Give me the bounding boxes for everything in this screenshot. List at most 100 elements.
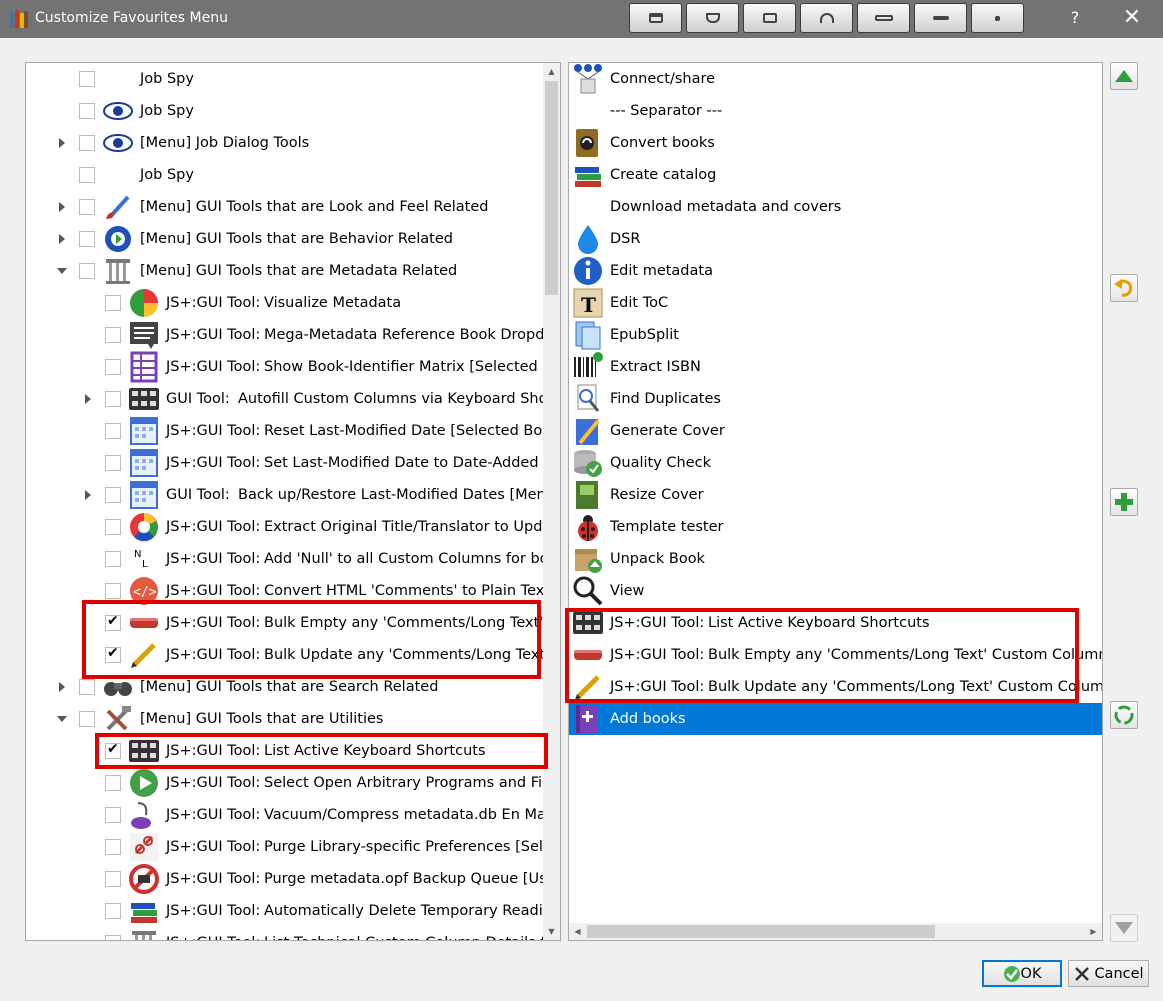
item-checkbox[interactable] (105, 839, 121, 855)
tree-item[interactable]: Job Spy (26, 159, 560, 191)
item-checkbox[interactable] (105, 551, 121, 567)
list-item[interactable]: Find Duplicates (569, 383, 1102, 415)
tree-item[interactable]: JS+:GUI Tool: Extract Original Title/Tran… (26, 511, 560, 543)
list-item[interactable]: DSR (569, 223, 1102, 255)
help-button[interactable]: ? (1067, 8, 1083, 27)
tree-item[interactable]: JS+:GUI Tool: Set Last-Modified Date to D… (26, 447, 560, 479)
expanded-arrow-icon[interactable] (57, 716, 67, 722)
item-checkbox[interactable] (105, 807, 121, 823)
item-checkbox[interactable] (105, 327, 121, 343)
item-checkbox[interactable] (105, 935, 121, 940)
scroll-thumb[interactable] (587, 925, 935, 938)
item-checkbox[interactable] (79, 231, 95, 247)
tree-item[interactable]: [Menu] GUI Tools that are Utilities (26, 703, 560, 735)
tree-item[interactable]: N L JS+:GUI Tool: Add 'Null' to all Custom … (26, 543, 560, 575)
tree-item[interactable]: JS+:GUI Tool: Show Book-Identifier Matrix… (26, 351, 560, 383)
tree-item[interactable]: [Menu] GUI Tools that are Look and Feel … (26, 191, 560, 223)
list-item[interactable]: Connect/share (569, 63, 1102, 95)
tree-item[interactable]: JS+:GUI Tool:Bulk Empty any 'Comments/Lo… (26, 607, 560, 639)
reset-button[interactable] (1110, 701, 1138, 729)
item-checkbox[interactable] (79, 199, 95, 215)
list-item[interactable]: Download metadata and covers (569, 191, 1102, 223)
item-checkbox[interactable] (105, 871, 121, 887)
toolbar-button-undo[interactable] (800, 3, 853, 33)
undo-button[interactable] (1110, 274, 1138, 302)
item-checkbox[interactable] (105, 775, 121, 791)
collapsed-arrow-icon[interactable] (59, 138, 65, 148)
tree-item[interactable]: GUI Tool: Autofill Custom Columns via Key… (26, 383, 560, 415)
item-checkbox[interactable] (105, 391, 121, 407)
close-button[interactable]: ✕ (1118, 4, 1146, 32)
tree-item[interactable]: GUI Tool: Back up/Restore Last-Modified D… (26, 479, 560, 511)
scroll-up-arrow-icon[interactable]: ▲ (543, 63, 560, 80)
list-item[interactable]: Extract ISBN (569, 351, 1102, 383)
toolbar-button-frame[interactable] (743, 3, 796, 33)
list-item[interactable]: JS+:GUI Tool: List Active Keyboard Shortc… (569, 607, 1102, 639)
collapsed-arrow-icon[interactable] (85, 394, 91, 404)
list-item[interactable]: Generate Cover (569, 415, 1102, 447)
toolbar-button-dot[interactable] (971, 3, 1024, 33)
tree-item[interactable]: [Menu] Job Dialog Tools (26, 127, 560, 159)
item-checkbox[interactable] (79, 71, 95, 87)
item-checkbox[interactable] (105, 423, 121, 439)
right-horizontal-scrollbar[interactable]: ◀ ▶ (569, 923, 1102, 940)
tree-item[interactable]: JS+:GUI Tool: Automatically Delete Tempor… (26, 895, 560, 927)
add-separator-button[interactable] (1110, 488, 1138, 516)
item-checkbox[interactable] (105, 455, 121, 471)
item-checkbox[interactable] (79, 679, 95, 695)
tree-item[interactable]: Job Spy (26, 63, 560, 95)
tree-item[interactable]: JS+:GUI Tool: Reset Last-Modified Date [S… (26, 415, 560, 447)
tree-item[interactable]: JS+:GUI Tool: Visualize Metadata (26, 287, 560, 319)
favourites-list[interactable]: Connect/share --- Separator --- Convert bo… (568, 62, 1103, 941)
item-checkbox[interactable] (105, 519, 121, 535)
item-checkbox[interactable] (105, 583, 121, 599)
list-item[interactable]: View (569, 575, 1102, 607)
scroll-thumb[interactable] (545, 81, 558, 295)
cancel-button[interactable]: Cancel (1068, 960, 1149, 987)
tree-item[interactable]: JS+:GUI Tool:Bulk Update any 'Comments/L… (26, 639, 560, 671)
list-item-selected[interactable]: Add books (569, 703, 1102, 735)
item-checkbox[interactable] (105, 903, 121, 919)
list-item[interactable]: T Edit ToC (569, 287, 1102, 319)
item-checkbox[interactable] (105, 487, 121, 503)
collapsed-arrow-icon[interactable] (59, 234, 65, 244)
list-item[interactable]: Quality Check (569, 447, 1102, 479)
toolbar-button-pin[interactable] (857, 3, 910, 33)
item-checkbox[interactable] (79, 135, 95, 151)
list-item[interactable]: JS+:GUI Tool: Bulk Update any 'Comments/L… (569, 671, 1102, 703)
list-item[interactable]: JS+:GUI Tool: Bulk Empty any 'Comments/Lo… (569, 639, 1102, 671)
list-item[interactable]: Edit metadata (569, 255, 1102, 287)
move-up-button[interactable] (1110, 62, 1138, 90)
ok-button[interactable]: OK (982, 960, 1062, 987)
left-vertical-scrollbar[interactable]: ▲ ▼ (543, 63, 560, 940)
tree-item[interactable]: Job Spy (26, 95, 560, 127)
list-item[interactable]: Unpack Book (569, 543, 1102, 575)
scroll-down-arrow-icon[interactable]: ▼ (543, 923, 560, 940)
list-item[interactable]: Create catalog (569, 159, 1102, 191)
tree-item[interactable]: </> JS+:GUI Tool: Convert HTML 'Comments' … (26, 575, 560, 607)
toolbar-button-minimize-bar[interactable] (914, 3, 967, 33)
collapsed-arrow-icon[interactable] (85, 490, 91, 500)
tree-item[interactable]: JS+:GUI Tool: Mega-Metadata Reference Boo… (26, 319, 560, 351)
item-checkbox[interactable] (105, 613, 121, 631)
item-checkbox[interactable] (105, 645, 121, 663)
expanded-arrow-icon[interactable] (57, 268, 67, 274)
list-item[interactable]: Template tester (569, 511, 1102, 543)
item-checkbox[interactable] (105, 295, 121, 311)
toolbar-button-dock[interactable] (629, 3, 682, 33)
available-actions-tree[interactable]: Job Spy Job Spy [Menu] Job Dialog Tools Job… (25, 62, 561, 941)
item-checkbox[interactable] (79, 103, 95, 119)
item-checkbox[interactable] (105, 359, 121, 375)
tree-item[interactable]: [Menu] GUI Tools that are Search Related (26, 671, 560, 703)
collapsed-arrow-icon[interactable] (59, 682, 65, 692)
tree-item[interactable]: [Menu] GUI Tools that are Metadata Relat… (26, 255, 560, 287)
tree-item[interactable]: JS+:GUI Tool: List Technical Custom Colum… (26, 927, 560, 940)
collapsed-arrow-icon[interactable] (59, 202, 65, 212)
toolbar-button-plug[interactable] (686, 3, 739, 33)
item-checkbox[interactable] (79, 711, 95, 727)
tree-item[interactable]: JS+:GUI Tool:List Active Keyboard Shortc… (26, 735, 560, 767)
list-item[interactable]: Convert books (569, 127, 1102, 159)
list-item[interactable]: --- Separator --- (569, 95, 1102, 127)
tree-item[interactable]: JS+:GUI Tool: Purge Library-specific Pref… (26, 831, 560, 863)
item-checkbox[interactable] (79, 263, 95, 279)
